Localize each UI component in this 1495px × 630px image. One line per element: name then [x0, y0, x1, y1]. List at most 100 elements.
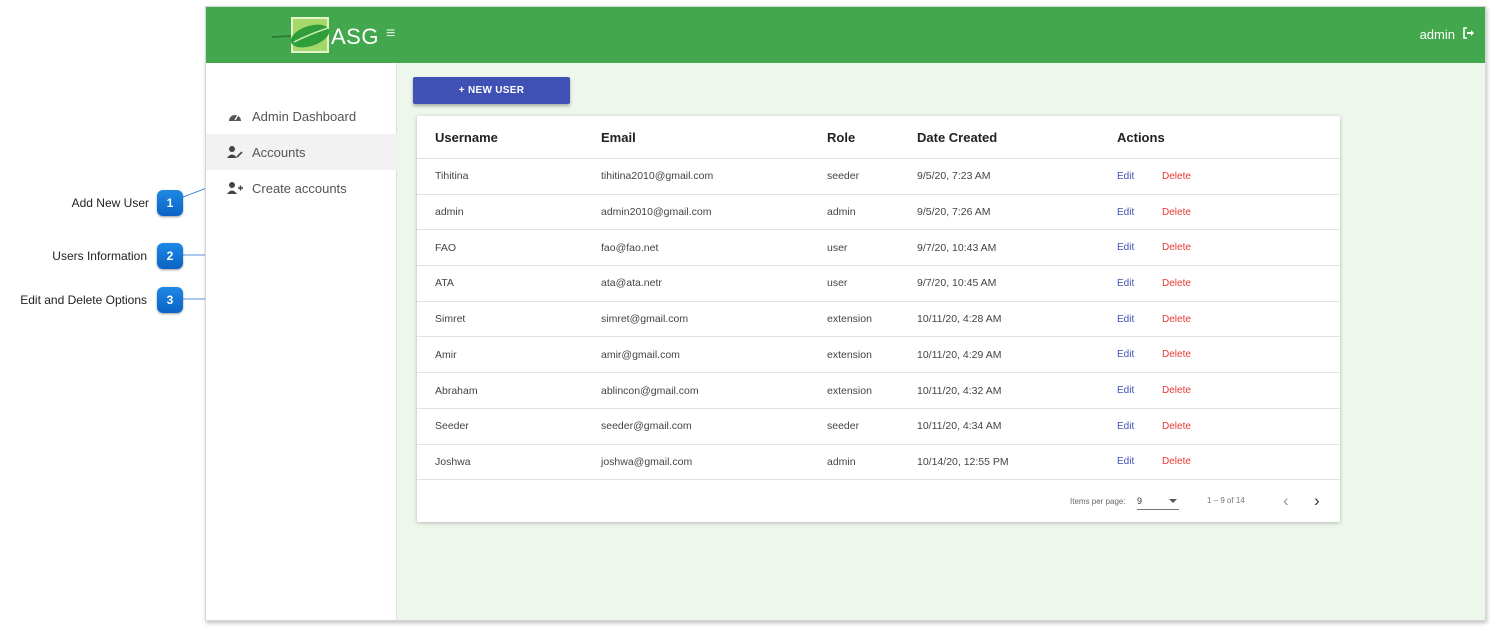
delete-button[interactable]: Delete — [1162, 171, 1191, 182]
column-header-role: Role — [827, 129, 856, 145]
cell-role: seeder — [827, 420, 860, 433]
table-row: Seeder seeder@gmail.com seeder 10/11/20, 4:… — [417, 409, 1340, 445]
delete-button[interactable]: Delete — [1162, 207, 1191, 218]
table-row: admin admin2010@gmail.com admin 9/5/20, 7:2… — [417, 195, 1340, 231]
callout-label-users-information: Users Information — [52, 249, 147, 263]
column-header-email: Email — [601, 129, 636, 145]
previous-page-button[interactable]: ‹ — [1283, 491, 1289, 511]
column-header-username: Username — [435, 129, 498, 145]
app-window: ASG ≡ admin Admin Dashboard Accounts Cre… — [205, 6, 1486, 621]
cell-role: admin — [827, 455, 856, 468]
cell-username: Tihitina — [435, 170, 469, 183]
cell-username: Amir — [435, 348, 457, 361]
top-bar: ASG ≡ admin — [206, 7, 1485, 63]
cell-email: fao@fao.net — [601, 241, 659, 254]
sidebar-item-admin-dashboard[interactable]: Admin Dashboard — [206, 98, 397, 134]
sidebar-item-accounts[interactable]: Accounts — [206, 134, 397, 170]
table-row: ATA ata@ata.netr user 9/7/20, 10:45 AM Edit D… — [417, 266, 1340, 302]
edit-button[interactable]: Edit — [1117, 421, 1134, 432]
callout-badge-1: 1 — [157, 190, 183, 216]
cell-username: Abraham — [435, 384, 478, 397]
cell-role: user — [827, 241, 848, 254]
callout-label-edit-delete: Edit and Delete Options — [20, 293, 147, 307]
logout-icon[interactable] — [1461, 25, 1477, 41]
edit-button[interactable]: Edit — [1117, 385, 1134, 396]
items-per-page-select[interactable]: 9 — [1137, 492, 1179, 510]
cell-date-created: 9/5/20, 7:26 AM — [917, 206, 991, 219]
cell-email: tihitina2010@gmail.com — [601, 170, 714, 183]
items-per-page-value: 9 — [1137, 496, 1143, 506]
cell-email: admin2010@gmail.com — [601, 206, 712, 219]
cell-date-created: 10/11/20, 4:32 AM — [917, 384, 1002, 397]
table-row: Abraham ablincon@gmail.com extension 10/11/… — [417, 373, 1340, 409]
users-table-card: Username Email Role Date Created Actions… — [417, 116, 1340, 522]
edit-button[interactable]: Edit — [1117, 349, 1134, 360]
cell-date-created: 9/5/20, 7:23 AM — [917, 170, 991, 183]
callout-badge-3: 3 — [157, 287, 183, 313]
dropdown-arrow-icon — [1169, 499, 1177, 503]
cell-role: user — [827, 277, 848, 290]
logo-text: ASG — [331, 24, 379, 49]
callout-label-add-new-user: Add New User — [71, 196, 149, 210]
cell-email: amir@gmail.com — [601, 348, 680, 361]
sidebar-item-label: Accounts — [252, 144, 306, 160]
user-plus-icon — [226, 180, 244, 196]
callout-badge-2: 2 — [157, 243, 183, 269]
user-name[interactable]: admin — [1420, 27, 1455, 42]
edit-button[interactable]: Edit — [1117, 242, 1134, 253]
edit-button[interactable]: Edit — [1117, 314, 1134, 325]
cell-email: joshwa@gmail.com — [601, 455, 693, 468]
sidebar-item-label: Create accounts — [252, 180, 347, 196]
cell-username: ATA — [435, 277, 454, 290]
cell-role: extension — [827, 384, 872, 397]
cell-email: ablincon@gmail.com — [601, 384, 699, 397]
cell-username: Simret — [435, 313, 466, 326]
table-header-row: Username Email Role Date Created Actions — [417, 116, 1340, 159]
delete-button[interactable]: Delete — [1162, 278, 1191, 289]
edit-button[interactable]: Edit — [1117, 171, 1134, 182]
delete-button[interactable]: Delete — [1162, 421, 1191, 432]
cell-role: extension — [827, 348, 872, 361]
items-per-page-label: Items per page: — [1070, 497, 1126, 506]
table-row: Amir amir@gmail.com extension 10/11/20, 4:2… — [417, 338, 1340, 374]
delete-button[interactable]: Delete — [1162, 349, 1191, 360]
cell-username: FAO — [435, 241, 457, 254]
table-row: Tihitina tihitina2010@gmail.com seeder 9/5/… — [417, 159, 1340, 195]
cell-date-created: 10/11/20, 4:29 AM — [917, 348, 1002, 361]
cell-email: seeder@gmail.com — [601, 420, 692, 433]
column-header-actions: Actions — [1117, 129, 1165, 145]
sidebar-item-create-accounts[interactable]: Create accounts — [206, 170, 397, 206]
delete-button[interactable]: Delete — [1162, 385, 1191, 396]
paginator: Items per page: 9 1 – 9 of 14 ‹ › — [417, 482, 1340, 522]
table-row: FAO fao@fao.net user 9/7/20, 10:43 AM Edit De… — [417, 230, 1340, 267]
dashboard-icon — [226, 108, 244, 124]
delete-button[interactable]: Delete — [1162, 242, 1191, 253]
cell-username: admin — [435, 206, 464, 219]
page-range-label: 1 – 9 of 14 — [1207, 496, 1245, 505]
cell-date-created: 10/11/20, 4:28 AM — [917, 313, 1002, 326]
edit-button[interactable]: Edit — [1117, 456, 1134, 467]
cell-role: admin — [827, 206, 856, 219]
cell-username: Joshwa — [435, 455, 471, 468]
cell-email: simret@gmail.com — [601, 313, 689, 326]
table-row: Joshwa joshwa@gmail.com admin 10/14/20, 12:… — [417, 445, 1340, 481]
edit-button[interactable]: Edit — [1117, 207, 1134, 218]
delete-button[interactable]: Delete — [1162, 314, 1191, 325]
cell-date-created: 10/11/20, 4:34 AM — [917, 420, 1002, 433]
new-user-button[interactable]: + NEW USER — [413, 77, 570, 104]
delete-button[interactable]: Delete — [1162, 456, 1191, 467]
hamburger-menu-icon[interactable]: ≡ — [386, 25, 395, 43]
table-row: Simret simret@gmail.com extension 10/11/20,… — [417, 302, 1340, 338]
next-page-button[interactable]: › — [1314, 491, 1320, 511]
cell-date-created: 9/7/20, 10:43 AM — [917, 241, 997, 254]
cell-date-created: 10/14/20, 12:55 PM — [917, 455, 1009, 468]
sidebar: Admin Dashboard Accounts Create accounts — [206, 63, 397, 620]
cell-email: ata@ata.netr — [601, 277, 662, 290]
column-header-date-created: Date Created — [917, 129, 998, 145]
sidebar-item-label: Admin Dashboard — [252, 108, 357, 124]
cell-date-created: 9/7/20, 10:45 AM — [917, 277, 997, 290]
edit-button[interactable]: Edit — [1117, 278, 1134, 289]
user-edit-icon — [226, 144, 244, 160]
cell-role: extension — [827, 313, 872, 326]
cell-username: Seeder — [435, 420, 469, 433]
